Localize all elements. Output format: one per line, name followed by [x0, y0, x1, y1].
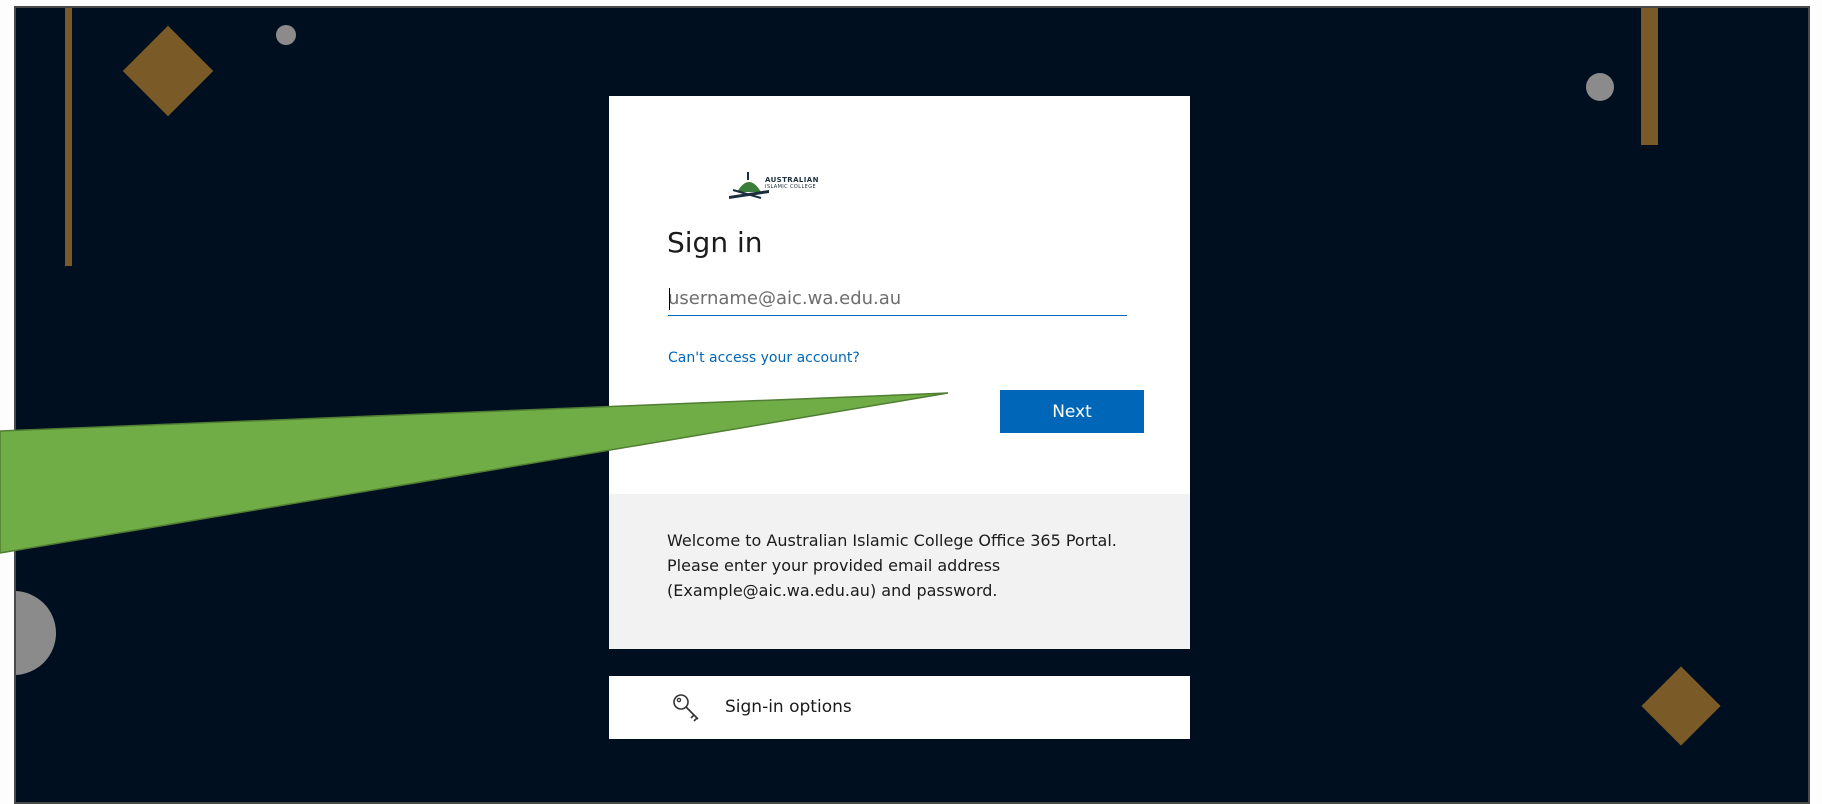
sign-in-options-button[interactable]: Sign-in options — [609, 676, 1190, 739]
next-button[interactable]: Next — [1000, 390, 1144, 433]
key-icon — [673, 694, 699, 722]
email-field[interactable] — [668, 282, 1127, 316]
sign-in-card: AUSTRALIAN ISLAMIC COLLEGE Sign in Can't… — [609, 96, 1190, 649]
logo-subtitle: ISLAMIC COLLEGE — [765, 184, 817, 190]
decor-diamond-bottom-right — [1641, 666, 1721, 746]
info-panel: Welcome to Australian Islamic College Of… — [609, 494, 1190, 649]
decor-dot-top-left — [276, 25, 296, 45]
welcome-message: Welcome to Australian Islamic College Of… — [667, 531, 1117, 600]
decor-vertical-bar-right — [1641, 8, 1658, 145]
page-title: Sign in — [667, 226, 763, 259]
logo-wordmark: AUSTRALIAN — [765, 176, 819, 184]
decor-vertical-bar-left — [65, 8, 72, 266]
decor-half-circle-left — [16, 591, 56, 675]
sign-in-options-label: Sign-in options — [725, 697, 852, 717]
text-caret — [669, 288, 670, 310]
cant-access-account-link[interactable]: Can't access your account? — [668, 350, 860, 366]
decor-dot-top-right — [1586, 73, 1614, 101]
decor-diamond-top-left — [122, 25, 214, 117]
